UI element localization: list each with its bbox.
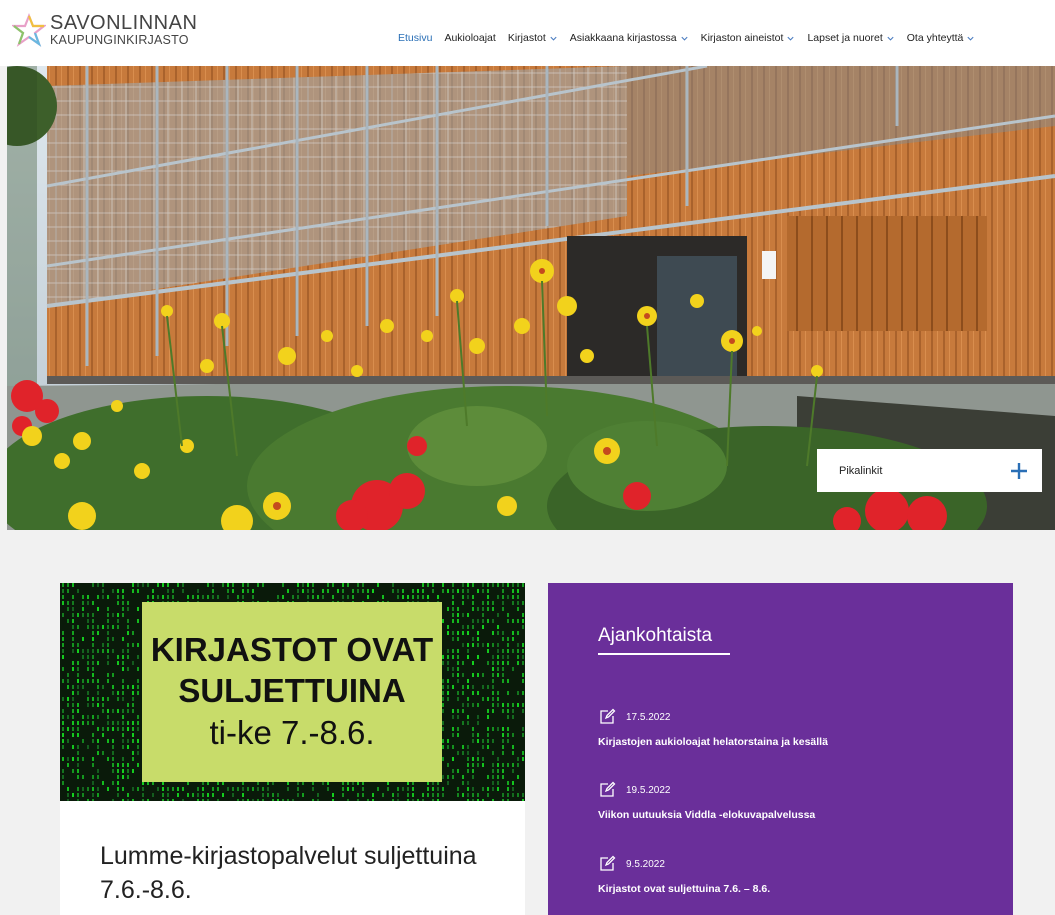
news-item: 9.5.2022 Kirjastot ovat suljettuina 7.6.… (598, 855, 998, 895)
nav-label: Ota yhteyttä (906, 32, 964, 44)
news-link[interactable]: Kirjastot ovat suljettuina 7.6. – 8.6. (598, 883, 998, 895)
closure-notice: KIRJASTOT OVAT SULJETTUINA ti-ke 7.-8.6. (142, 602, 442, 782)
featured-news-title[interactable]: Lumme-kirjastopalvelut suljettuina 7.6.-… (100, 840, 500, 908)
nav-item-lapset[interactable]: Lapset ja nuoret (807, 32, 894, 44)
quicklinks-label: Pikalinkit (839, 464, 883, 477)
notice-line-1: KIRJASTOT OVAT (150, 631, 434, 669)
chevron-down-icon (887, 36, 894, 41)
nav-label: Kirjastot (507, 32, 546, 44)
chevron-down-icon (550, 36, 557, 41)
notice-line-3: ti-ke 7.-8.6. (209, 714, 375, 752)
plus-icon (1011, 462, 1027, 479)
nav-label: Etusivu (398, 32, 433, 44)
news-link[interactable]: Viikon uutuuksia Viddla -elokuvapalvelus… (598, 809, 998, 821)
nav-label: Asiakkaana kirjastossa (569, 32, 677, 44)
news-item: 19.5.2022 Viikon uutuuksia Viddla -eloku… (598, 781, 998, 821)
edit-icon (600, 708, 616, 724)
site-logo[interactable]: SAVONLINNAN KAUPUNGINKIRJASTO (12, 10, 197, 50)
edit-icon (600, 855, 616, 871)
chevron-down-icon (787, 36, 795, 41)
nav-label: Lapset ja nuoret (807, 32, 883, 44)
logo-title: SAVONLINNAN (50, 12, 198, 35)
main-navigation: Etusivu Aukioloajat Kirjastot Asiakkaana… (398, 32, 975, 44)
news-date: 17.5.2022 (626, 711, 671, 723)
news-heading-underline (598, 653, 730, 655)
logo-subtitle: KAUPUNGINKIRJASTO (50, 33, 189, 48)
news-panel: Ajankohtaista 17.5.2022 Kirjastojen auki… (548, 583, 1013, 915)
featured-news-card[interactable]: KIRJASTOT OVAT SULJETTUINA ti-ke 7.-8.6.… (60, 583, 525, 915)
news-date: 19.5.2022 (626, 784, 671, 796)
nav-item-asiakkaana[interactable]: Asiakkaana kirjastossa (570, 32, 689, 44)
nav-item-yhteytta[interactable]: Ota yhteyttä (907, 32, 976, 44)
quicklinks-toggle[interactable]: Pikalinkit (817, 449, 1042, 492)
news-link[interactable]: Kirjastojen aukioloajat helatorstaina ja… (598, 736, 998, 748)
nav-item-etusivu[interactable]: Etusivu (398, 32, 432, 44)
featured-news-image: KIRJASTOT OVAT SULJETTUINA ti-ke 7.-8.6. (60, 583, 525, 801)
nav-label: Kirjaston aineistot (700, 32, 784, 44)
site-header: SAVONLINNAN KAUPUNGINKIRJASTO Etusivu Au… (0, 0, 1055, 66)
chevron-down-icon (967, 36, 974, 41)
notice-line-2: SULJETTUINA (178, 671, 406, 709)
nav-item-kirjastot[interactable]: Kirjastot (508, 32, 558, 44)
edit-icon (600, 781, 616, 797)
nav-item-aineistot[interactable]: Kirjaston aineistot (701, 32, 796, 44)
news-date: 9.5.2022 (626, 858, 665, 870)
news-heading: Ajankohtaista (598, 625, 713, 646)
nav-label: Aukioloajat (444, 32, 496, 44)
news-item: 17.5.2022 Kirjastojen aukioloajat helato… (598, 708, 998, 748)
nav-item-aukioloajat[interactable]: Aukioloajat (444, 32, 495, 44)
chevron-down-icon (680, 36, 688, 41)
logo-star-icon (12, 13, 46, 47)
